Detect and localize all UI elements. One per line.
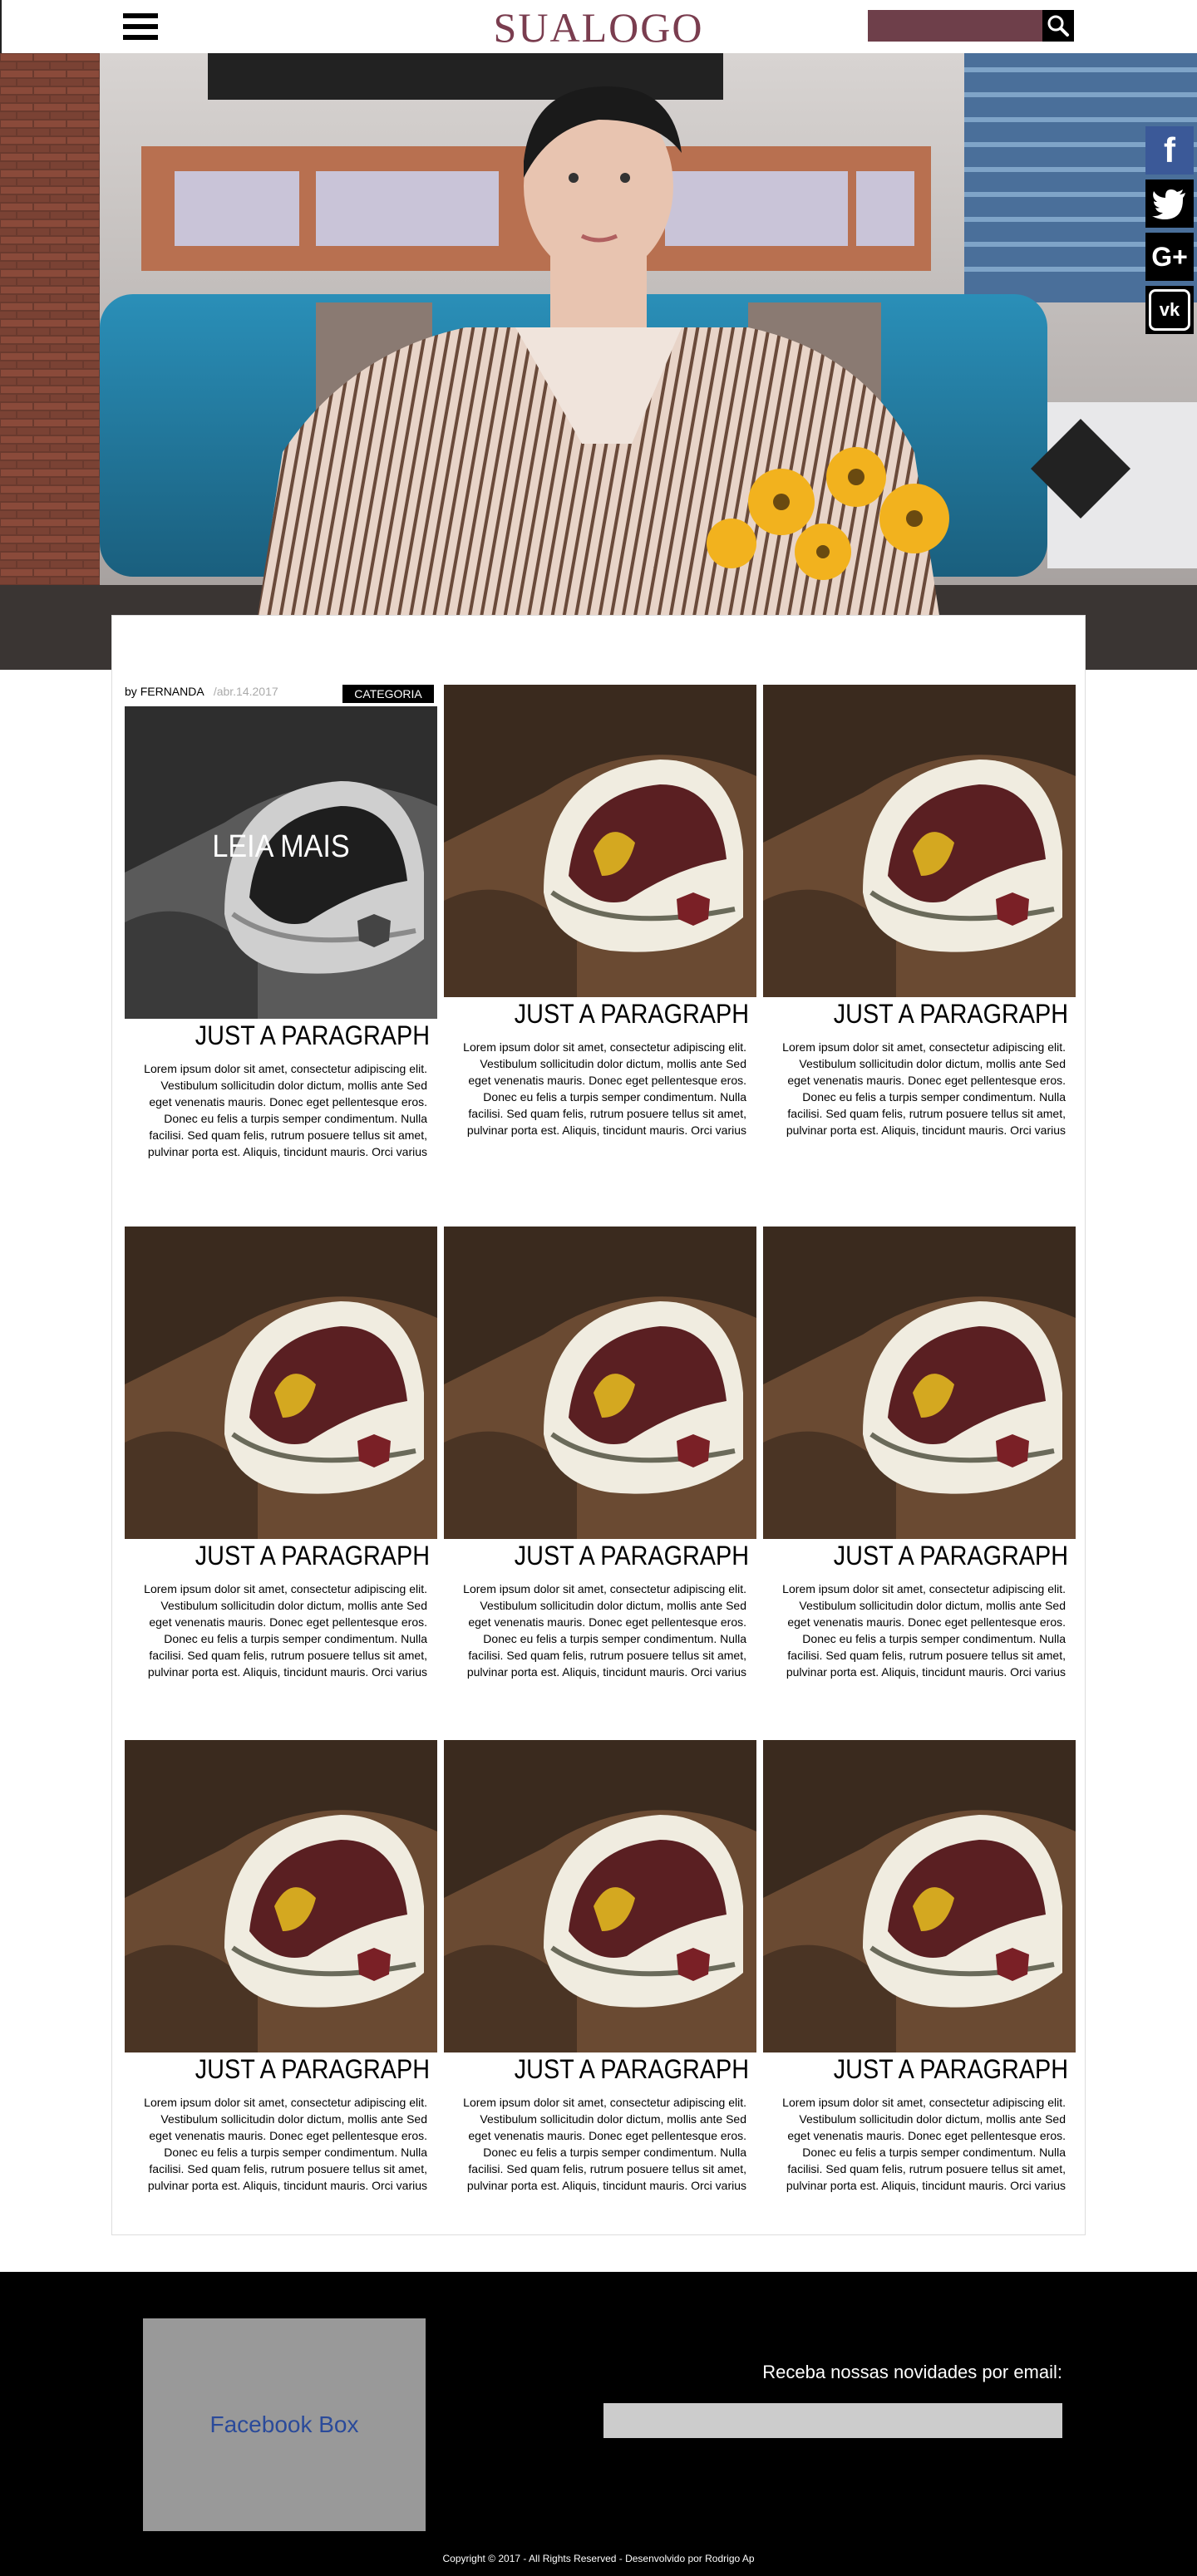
post-card[interactable]: JUST A PARAGRAPH Lorem ipsum dolor sit a… xyxy=(444,1740,756,2194)
search-input[interactable] xyxy=(868,10,1042,42)
post-card[interactable]: JUST A PARAGRAPH Lorem ipsum dolor sit a… xyxy=(763,1227,1076,1680)
post-excerpt: Lorem ipsum dolor sit amet, consectetur … xyxy=(782,2096,1066,2192)
post-thumbnail[interactable] xyxy=(763,1740,1076,2052)
facebook-box[interactable]: Facebook Box xyxy=(143,2318,426,2531)
google-plus-share-button[interactable]: G+ xyxy=(1145,233,1194,281)
newsletter-email-input[interactable] xyxy=(603,2403,1062,2438)
twitter-icon xyxy=(1152,189,1185,219)
post-excerpt: Lorem ipsum dolor sit amet, consectetur … xyxy=(782,1040,1066,1137)
meta-date: /abr.14.2017 xyxy=(213,685,278,698)
search-button[interactable] xyxy=(1042,10,1074,42)
post-excerpt: Lorem ipsum dolor sit amet, consectetur … xyxy=(144,1062,427,1158)
post-thumbnail[interactable] xyxy=(125,1740,437,2052)
post-thumbnail[interactable] xyxy=(444,1227,756,1539)
post-thumbnail[interactable] xyxy=(444,685,756,997)
post-excerpt: Lorem ipsum dolor sit amet, consectetur … xyxy=(463,1040,746,1137)
post-title[interactable]: JUST A PARAGRAPH xyxy=(475,1539,756,1572)
post-meta: by FERNANDA /abr.14.2017 CATEGORIA xyxy=(125,685,437,705)
post-title[interactable]: JUST A PARAGRAPH xyxy=(156,1539,437,1572)
site-logo[interactable]: SUALOGO xyxy=(432,3,765,52)
copyright-text: Copyright © 2017 - All Rights Reserved -… xyxy=(442,2553,755,2564)
post-thumbnail[interactable] xyxy=(125,1227,437,1539)
post-card[interactable]: LEIA MAIS JUST A PARAGRAPH Lorem ipsum d… xyxy=(125,706,437,1160)
meta-by: by xyxy=(125,685,137,698)
facebook-icon: f xyxy=(1164,130,1175,170)
post-title[interactable]: JUST A PARAGRAPH xyxy=(475,2052,756,2086)
facebook-share-button[interactable]: f xyxy=(1145,126,1194,175)
post-excerpt: Lorem ipsum dolor sit amet, consectetur … xyxy=(144,2096,427,2192)
vk-share-button[interactable]: vk xyxy=(1145,286,1194,334)
post-title[interactable]: JUST A PARAGRAPH xyxy=(795,2052,1076,2086)
post-thumbnail[interactable] xyxy=(444,1740,756,2052)
header-edge xyxy=(0,0,2,53)
post-excerpt: Lorem ipsum dolor sit amet, consectetur … xyxy=(463,2096,746,2192)
post-title[interactable]: JUST A PARAGRAPH xyxy=(156,2052,437,2086)
facebook-box-label: Facebook Box xyxy=(209,2411,359,2437)
read-more-overlay[interactable]: LEIA MAIS xyxy=(140,829,421,865)
category-badge[interactable]: CATEGORIA xyxy=(342,685,434,703)
search-icon xyxy=(1047,15,1069,37)
post-title[interactable]: JUST A PARAGRAPH xyxy=(795,1539,1076,1572)
hero-image xyxy=(0,53,1197,670)
site-header: SUALOGO xyxy=(0,0,1197,54)
google-plus-icon: G+ xyxy=(1151,241,1188,272)
post-title[interactable]: JUST A PARAGRAPH xyxy=(475,997,756,1030)
site-footer: Facebook Box Receba nossas novidades por… xyxy=(0,2272,1197,2576)
menu-hamburger-icon[interactable] xyxy=(123,13,158,40)
vk-icon: vk xyxy=(1145,286,1194,334)
post-card[interactable]: JUST A PARAGRAPH Lorem ipsum dolor sit a… xyxy=(444,685,756,1138)
meta-author[interactable]: FERNANDA xyxy=(140,685,204,698)
newsletter-label: Receba nossas novidades por email: xyxy=(762,2362,1062,2382)
post-card[interactable]: JUST A PARAGRAPH Lorem ipsum dolor sit a… xyxy=(763,1740,1076,2194)
post-card[interactable]: JUST A PARAGRAPH Lorem ipsum dolor sit a… xyxy=(763,685,1076,1138)
post-excerpt: Lorem ipsum dolor sit amet, consectetur … xyxy=(782,1582,1066,1679)
post-title[interactable]: JUST A PARAGRAPH xyxy=(156,1019,437,1052)
post-excerpt: Lorem ipsum dolor sit amet, consectetur … xyxy=(144,1582,427,1679)
social-share-bar: f G+ vk xyxy=(1145,126,1197,339)
post-card[interactable]: JUST A PARAGRAPH Lorem ipsum dolor sit a… xyxy=(125,1740,437,2194)
post-excerpt: Lorem ipsum dolor sit amet, consectetur … xyxy=(463,1582,746,1679)
post-thumbnail[interactable] xyxy=(763,1227,1076,1539)
post-card[interactable]: JUST A PARAGRAPH Lorem ipsum dolor sit a… xyxy=(125,1227,437,1680)
post-thumbnail[interactable] xyxy=(763,685,1076,997)
featured-post-thumbnail[interactable]: LEIA MAIS xyxy=(125,706,437,1019)
post-card[interactable]: JUST A PARAGRAPH Lorem ipsum dolor sit a… xyxy=(444,1227,756,1680)
post-title[interactable]: JUST A PARAGRAPH xyxy=(795,997,1076,1030)
twitter-share-button[interactable] xyxy=(1145,179,1194,228)
